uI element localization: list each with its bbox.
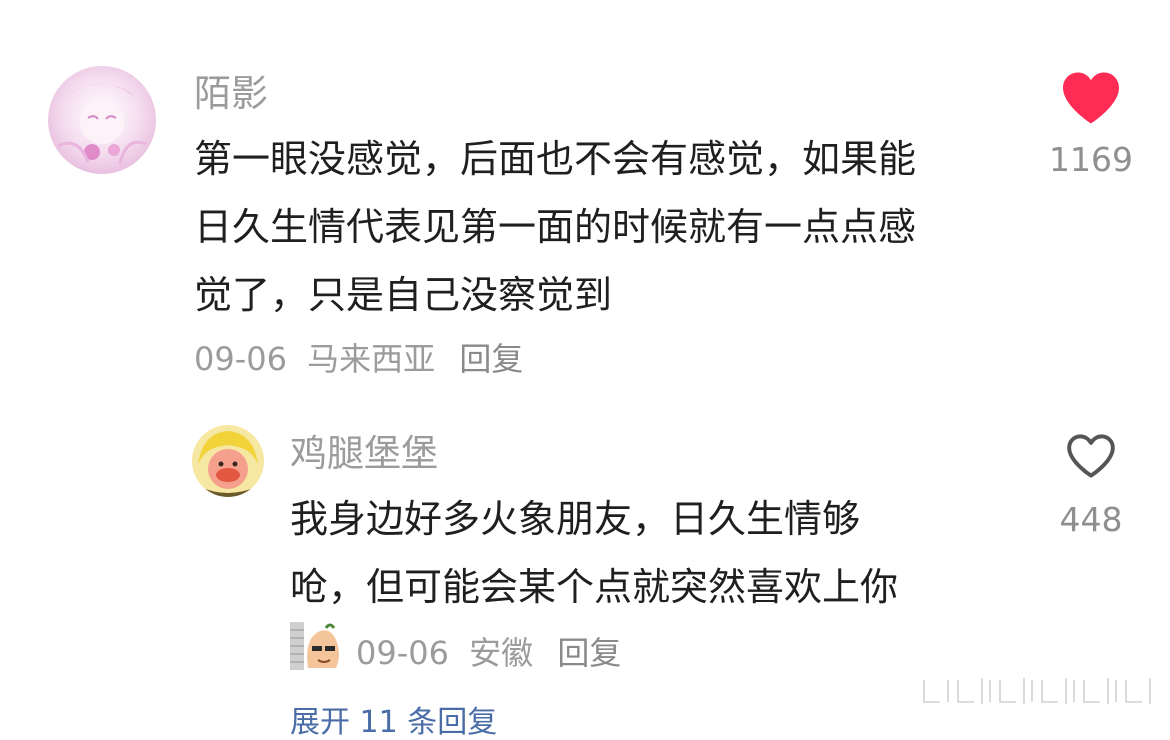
expand-replies-link[interactable]: 展开 11 条回复 (290, 708, 497, 738)
comment-text-line: 第一眼没感觉，后面也不会有感觉，如果能 (194, 137, 917, 181)
comment-location: 马来西亚 (307, 340, 436, 378)
reply-text-line: 呛，但可能会某个点就突然喜欢上你 (290, 565, 899, 609)
comment-text: 第一眼没感觉，后面也不会有感觉，如果能 日久生情代表见第一面的时候就有一点点感 … (194, 125, 1034, 329)
reply-text: 我身边好多火象朋友，日久生情够 呛，但可能会某个点就突然喜欢上你 (290, 485, 990, 621)
heart-outline-icon (1067, 434, 1115, 478)
comment-username[interactable]: 陌影 (194, 72, 268, 116)
like-button[interactable] (1060, 70, 1122, 126)
reply-meta: 09-06 安徽 回复 (356, 633, 621, 673)
reply-username[interactable]: 鸡腿堡堡 (290, 432, 438, 476)
reply-text-line: 我身边好多火象朋友，日久生情够 (290, 497, 861, 541)
reply-button[interactable]: 回复 (459, 340, 523, 378)
avatar[interactable] (48, 66, 156, 174)
like-button[interactable] (1064, 432, 1118, 480)
sticker-icon (290, 620, 342, 672)
like-count: 1169 (1049, 140, 1133, 179)
comment-text-line: 觉了，只是自己没察觉到 (194, 273, 613, 317)
reply-button[interactable]: 回复 (557, 634, 621, 672)
like-count: 448 (1059, 500, 1123, 539)
heart-filled-icon (1063, 72, 1119, 124)
comment-text-line: 日久生情代表见第一面的时候就有一点点感 (194, 205, 917, 249)
reply-location: 安徽 (469, 634, 534, 672)
avatar[interactable] (192, 425, 264, 497)
comment-meta: 09-06 马来西亚 回复 (194, 339, 523, 379)
weibo-watermark (918, 674, 1162, 708)
comment-date: 09-06 (194, 340, 287, 378)
reply-date: 09-06 (356, 634, 449, 672)
